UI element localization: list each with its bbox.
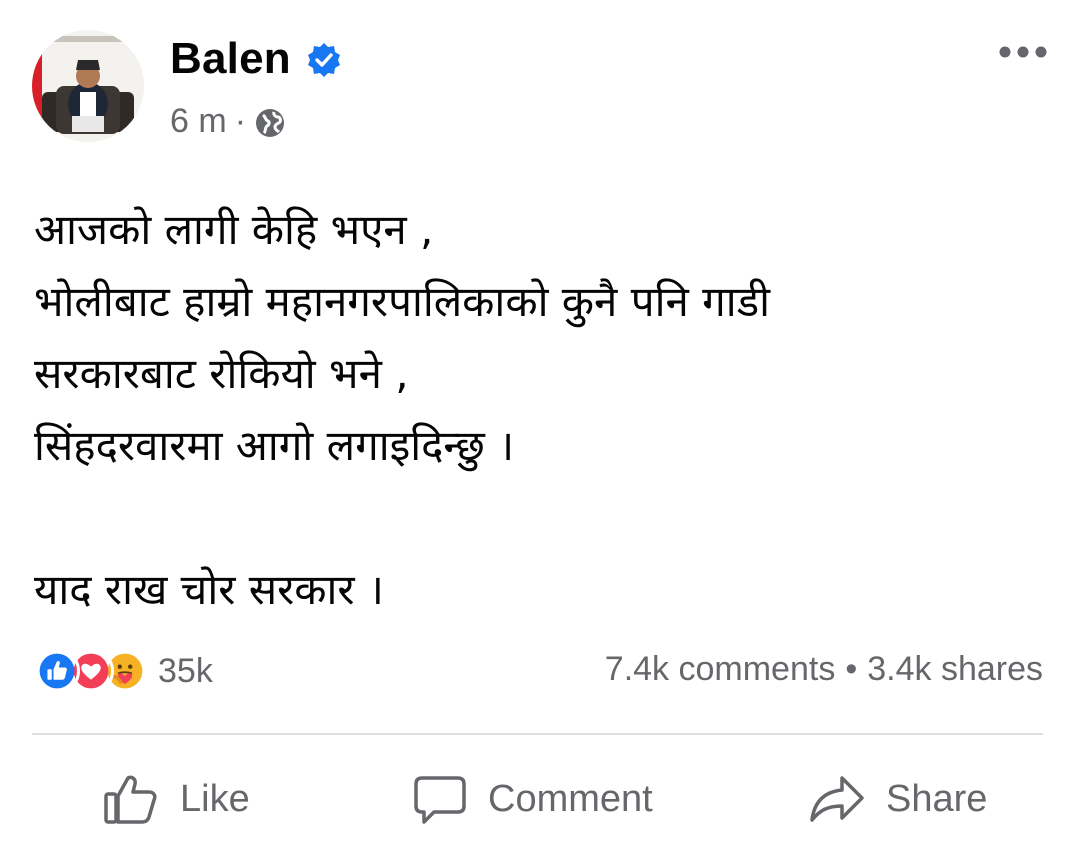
- reaction-count[interactable]: 35k: [158, 652, 213, 691]
- comment-label: Comment: [488, 777, 653, 820]
- post-line: याद राख चोर सरकार ।: [34, 565, 384, 614]
- like-label: Like: [180, 777, 250, 820]
- post-line: आजको लागी केहि भएन ,: [34, 205, 434, 254]
- post-line: सरकारबाट रोकियो भने ,: [34, 349, 409, 398]
- post-meta: 6 m ·: [170, 102, 286, 141]
- share-button[interactable]: Share: [808, 762, 987, 836]
- post-line-gap: [34, 482, 1044, 554]
- comment-icon: [414, 776, 466, 824]
- globe-icon[interactable]: [254, 107, 286, 139]
- author-name[interactable]: Balen: [170, 34, 291, 84]
- post-time[interactable]: 6 m: [170, 102, 227, 141]
- reactions-summary[interactable]: 35k: [34, 648, 213, 694]
- post-actions: Like Comment Share: [0, 762, 1075, 836]
- post-line: सिंहदरवारमा आगो लगाइदिन्छु ।: [34, 421, 515, 470]
- share-icon: [810, 776, 864, 822]
- share-label: Share: [886, 777, 988, 820]
- more-options-icon[interactable]: [998, 42, 1048, 62]
- like-reaction-icon: [34, 648, 80, 694]
- comment-button[interactable]: Comment: [412, 762, 653, 836]
- meta-separator: ·: [234, 102, 247, 140]
- stats-separator: •: [845, 650, 858, 688]
- divider: [32, 733, 1043, 735]
- post-text: आजको लागी केहि भएन , भोलीबाट हाम्रो महान…: [34, 194, 1044, 626]
- like-button[interactable]: Like: [102, 762, 250, 836]
- avatar[interactable]: [32, 30, 144, 142]
- like-icon: [104, 775, 157, 824]
- comments-count[interactable]: 7.4k comments: [605, 650, 836, 689]
- post-header: Balen 6 m ·: [0, 0, 1075, 160]
- engagement-stats: 7.4k comments • 3.4k shares: [605, 650, 1043, 689]
- shares-count[interactable]: 3.4k shares: [867, 650, 1043, 689]
- post-line: भोलीबाट हाम्रो महानगरपालिकाको कुनै पनि ग…: [34, 277, 770, 326]
- verified-badge-icon: [308, 43, 340, 77]
